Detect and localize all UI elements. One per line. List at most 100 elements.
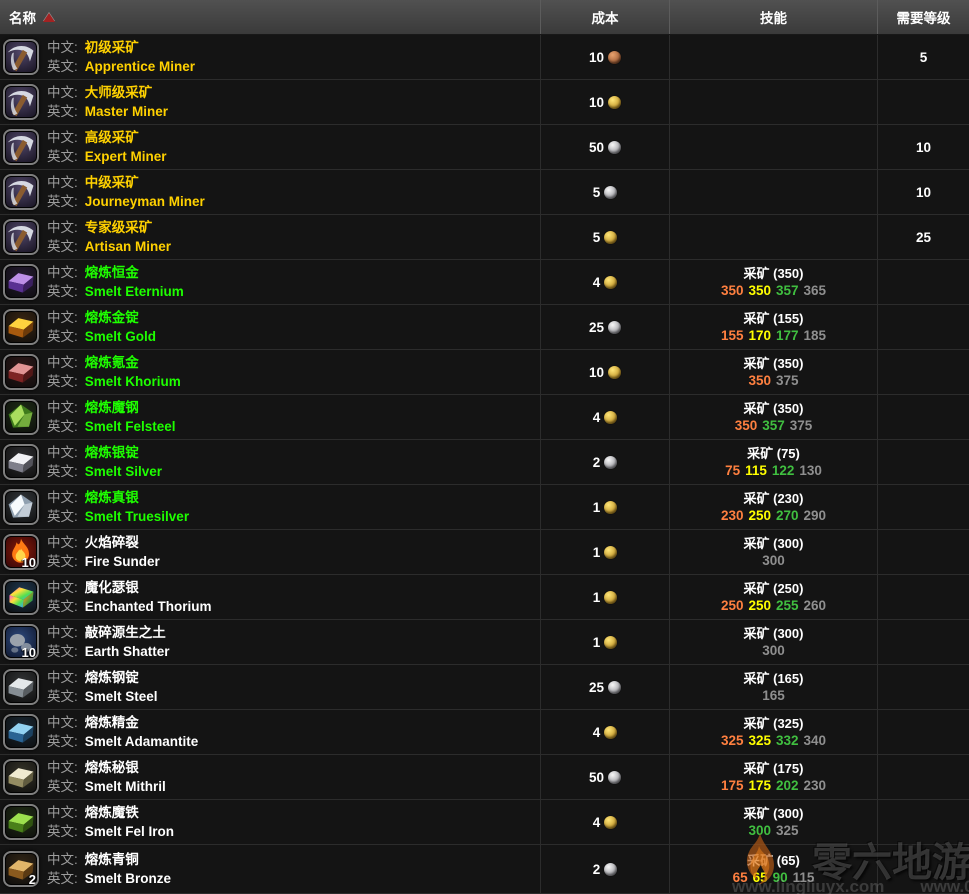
spell-name-en[interactable]: Smelt Eternium [85, 284, 184, 299]
spell-icon[interactable] [3, 264, 39, 300]
spell-icon[interactable] [3, 84, 39, 120]
column-header-cost[interactable]: 成本 [540, 0, 669, 34]
column-header-level[interactable]: 需要等级 [877, 0, 969, 34]
spell-name-en[interactable]: Smelt Bronze [85, 871, 171, 886]
spell-name-en[interactable]: Enchanted Thorium [85, 599, 212, 614]
column-header-name[interactable]: 名称 [0, 0, 540, 34]
spell-icon[interactable] [3, 489, 39, 525]
spell-name-cn[interactable]: 熔炼真银 [85, 490, 139, 505]
spell-icon[interactable] [3, 129, 39, 165]
spell-name-en[interactable]: Smelt Adamantite [85, 734, 199, 749]
required-level: 5 [877, 35, 969, 79]
skill-requirement: 采矿 (230) [744, 491, 804, 507]
en-label: 英文: [47, 59, 78, 74]
cost-cell: 1 [540, 485, 669, 529]
spell-icon[interactable]: 2 [3, 851, 39, 887]
spell-icon[interactable] [3, 444, 39, 480]
spell-name-en[interactable]: Artisan Miner [85, 239, 171, 254]
name-cell: 中文:熔炼魔铁 英文:Smelt Fel Iron [0, 800, 540, 844]
spell-name-en[interactable]: Smelt Felsteel [85, 419, 176, 434]
spell-name-cn[interactable]: 熔炼金锭 [85, 310, 139, 325]
spell-name-en[interactable]: Smelt Silver [85, 464, 162, 479]
spell-names: 中文:熔炼魔铁 英文:Smelt Fel Iron [47, 803, 174, 841]
coin-icon [604, 546, 617, 559]
spell-name-en[interactable]: Smelt Fel Iron [85, 824, 174, 839]
spell-name-cn[interactable]: 中级采矿 [85, 175, 139, 190]
cn-label: 中文: [47, 40, 78, 55]
name-cell: 中文:高级采矿 英文:Expert Miner [0, 125, 540, 169]
spell-name-cn[interactable]: 专家级采矿 [85, 220, 153, 235]
spell-names: 中文:熔炼魔钢 英文:Smelt Felsteel [47, 398, 176, 436]
spell-name-en[interactable]: Smelt Mithril [85, 779, 166, 794]
icon-stack-count: 10 [22, 645, 36, 660]
spell-name-cn[interactable]: 熔炼银锭 [85, 445, 139, 460]
spell-name-en[interactable]: Smelt Steel [85, 689, 158, 704]
spell-name-cn[interactable]: 魔化瑟银 [85, 580, 139, 595]
spell-names: 中文:熔炼氪金 英文:Smelt Khorium [47, 353, 181, 391]
skill-step: 325 [721, 733, 744, 748]
skill-requirement: 采矿 (350) [744, 356, 804, 372]
spell-icon[interactable] [3, 354, 39, 390]
spell-name-en[interactable]: Earth Shatter [85, 644, 170, 659]
spell-name-en[interactable]: Smelt Gold [85, 329, 156, 344]
name-cell: 中文:熔炼恒金 英文:Smelt Eternium [0, 260, 540, 304]
required-level [877, 710, 969, 754]
spell-name-cn[interactable]: 火焰碎裂 [85, 535, 139, 550]
spell-icon[interactable] [3, 669, 39, 705]
spell-name-cn[interactable]: 熔炼青铜 [85, 852, 139, 867]
spell-icon[interactable] [3, 399, 39, 435]
spell-name-en[interactable]: Master Miner [85, 104, 168, 119]
spell-name-cn[interactable]: 熔炼秘银 [85, 760, 139, 775]
skill-cell: 采矿 (325) 325325332340 [669, 710, 877, 754]
column-header-skill[interactable]: 技能 [669, 0, 877, 34]
skill-step: 177 [776, 328, 799, 343]
spell-name-cn[interactable]: 大师级采矿 [85, 85, 153, 100]
spell-name-cn[interactable]: 熔炼钢锭 [85, 670, 139, 685]
spell-icon[interactable] [3, 579, 39, 615]
spell-icon[interactable]: 10 [3, 534, 39, 570]
coin-icon [604, 863, 617, 876]
spell-icon[interactable] [3, 714, 39, 750]
spell-name-en[interactable]: Journeyman Miner [85, 194, 205, 209]
cost-amount: 2 [593, 862, 601, 877]
cost-cell: 5 [540, 215, 669, 259]
skill-cell: 采矿 (65) 656590115 [669, 845, 877, 893]
coin-icon [604, 501, 617, 514]
spell-name-en[interactable]: Expert Miner [85, 149, 167, 164]
spell-icon[interactable] [3, 759, 39, 795]
skill-up-levels: 325325332340 [718, 732, 828, 749]
spell-icon[interactable]: 10 [3, 624, 39, 660]
skill-step: 270 [776, 508, 799, 523]
spell-name-cn[interactable]: 熔炼魔钢 [85, 400, 139, 415]
cost-amount: 50 [589, 770, 604, 785]
spell-name-en[interactable]: Apprentice Miner [85, 59, 195, 74]
spell-name-en[interactable]: Smelt Truesilver [85, 509, 189, 524]
spell-name-cn[interactable]: 熔炼精金 [85, 715, 139, 730]
spell-name-cn[interactable]: 敲碎源生之土 [85, 625, 166, 640]
spell-name-cn[interactable]: 熔炼恒金 [85, 265, 139, 280]
en-label: 英文: [47, 284, 78, 299]
spell-name-cn[interactable]: 初级采矿 [85, 40, 139, 55]
spell-name-cn[interactable]: 熔炼氪金 [85, 355, 139, 370]
skill-cell [669, 170, 877, 214]
skill-step: 250 [748, 598, 771, 613]
required-level [877, 665, 969, 709]
spell-name-en[interactable]: Smelt Khorium [85, 374, 181, 389]
spell-name-en[interactable]: Fire Sunder [85, 554, 160, 569]
required-level: 25 [877, 215, 969, 259]
spell-name-cn[interactable]: 高级采矿 [85, 130, 139, 145]
spell-icon[interactable] [3, 309, 39, 345]
skill-requirement: 采矿 (65) [747, 853, 800, 869]
name-cell: 中文:魔化瑟银 英文:Enchanted Thorium [0, 575, 540, 619]
spell-names: 中文:熔炼秘银 英文:Smelt Mithril [47, 758, 166, 796]
spell-icon[interactable] [3, 804, 39, 840]
table-row: 2 中文:熔炼青铜 英文:Smelt Bronze 2 采矿 (65) 6565… [0, 845, 969, 894]
spell-name-cn[interactable]: 熔炼魔铁 [85, 805, 139, 820]
coin-icon [608, 321, 621, 334]
spell-icon[interactable] [3, 219, 39, 255]
coin-icon [604, 816, 617, 829]
spell-icon[interactable] [3, 174, 39, 210]
name-cell: 中文:熔炼氪金 英文:Smelt Khorium [0, 350, 540, 394]
skill-up-levels: 230250270290 [718, 507, 828, 524]
spell-icon[interactable] [3, 39, 39, 75]
